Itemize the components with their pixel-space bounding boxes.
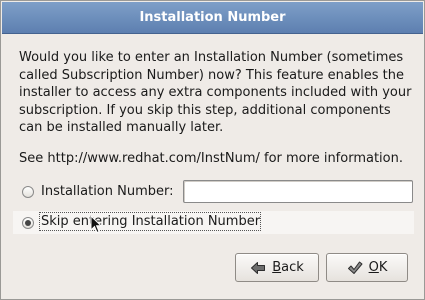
ok-check-icon (347, 261, 363, 274)
description-line: subscription. If you skip this step, add… (19, 102, 391, 118)
installation-number-input[interactable] (183, 180, 413, 203)
dialog-title: Installation Number (139, 10, 286, 25)
description-line: can be installed manually later. (19, 120, 224, 135)
installation-number-dialog: Installation Number Would you like to en… (0, 0, 425, 300)
ok-button-label: OK (368, 260, 388, 275)
installation-number-radio[interactable] (22, 186, 34, 198)
back-button-label: Back (272, 260, 304, 275)
ok-button[interactable]: OK (326, 253, 408, 282)
back-arrow-icon (251, 261, 266, 274)
mouse-pointer-icon (90, 215, 102, 234)
description-line: installer to access any extra components… (19, 85, 412, 100)
description-line: Would you like to enter an Installation … (19, 50, 404, 65)
skip-label[interactable]: Skip entering Installation Number (41, 214, 260, 229)
dialog-titlebar: Installation Number (2, 2, 423, 34)
more-info-text: See http://www.redhat.com/InstNum/ for m… (19, 151, 403, 166)
description-line: called Subscription Number) now? This fe… (19, 67, 404, 83)
back-button[interactable]: Back (235, 253, 319, 282)
description-text: Would you like to enter an Installation … (19, 49, 419, 137)
installation-number-label[interactable]: Installation Number: (41, 184, 174, 199)
skip-radio[interactable] (22, 217, 34, 229)
